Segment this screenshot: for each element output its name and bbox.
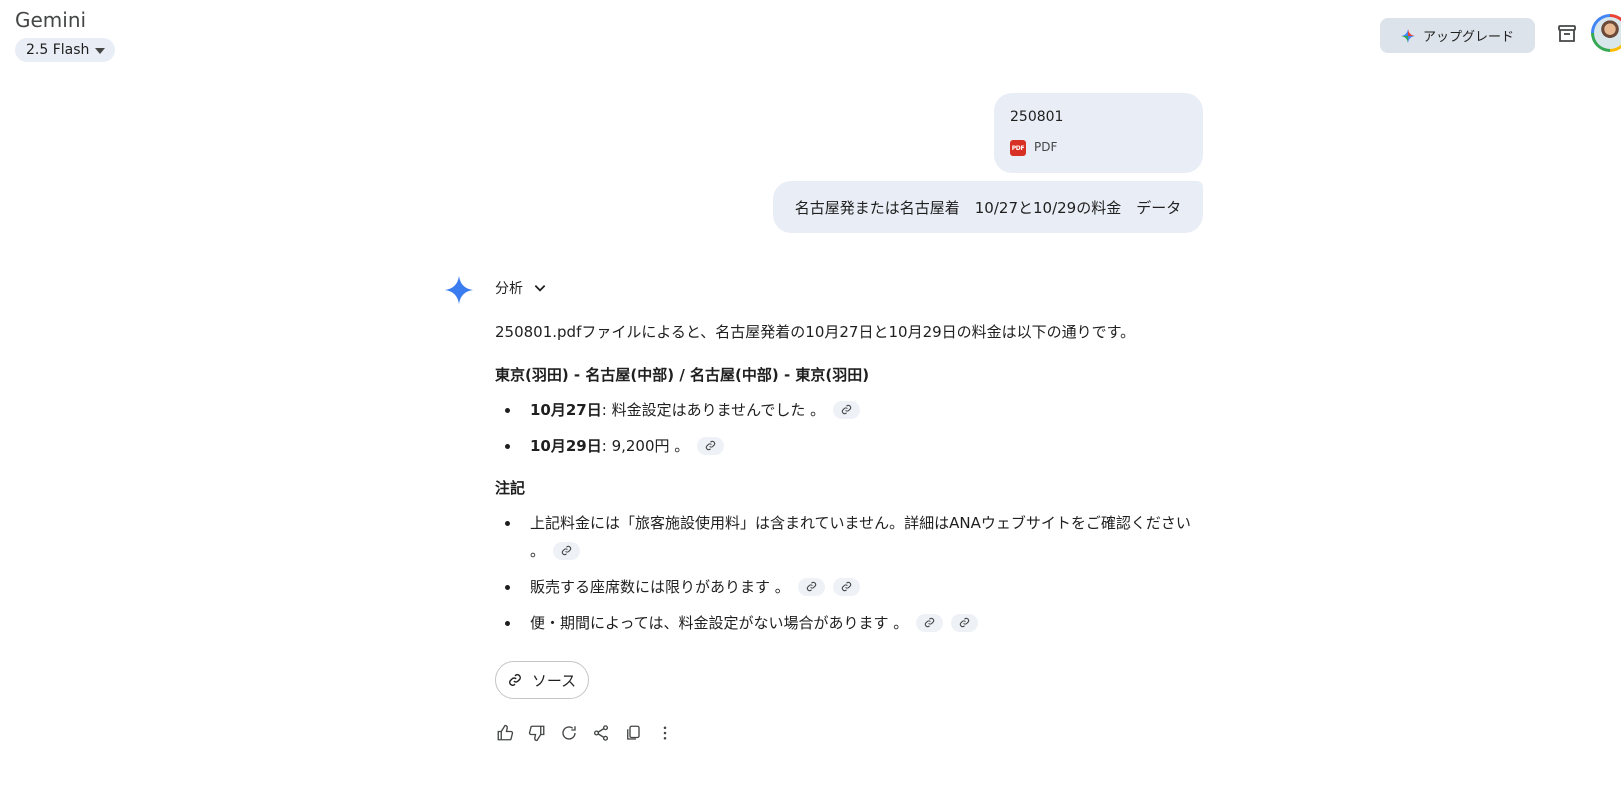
citation-chip[interactable] bbox=[553, 541, 581, 560]
sources-button[interactable]: ソース bbox=[495, 661, 589, 699]
thumbs-up-icon bbox=[497, 724, 514, 741]
chevron-down-icon bbox=[534, 285, 546, 292]
regenerate-button[interactable] bbox=[559, 723, 579, 743]
avatar[interactable] bbox=[1591, 14, 1621, 52]
share-button[interactable] bbox=[591, 723, 611, 743]
upgrade-label: アップグレード bbox=[1422, 30, 1514, 45]
fare-date: 10月29日 bbox=[530, 437, 602, 455]
link-icon bbox=[925, 617, 935, 628]
thumbs-down-icon bbox=[528, 725, 545, 742]
note-item: 便・期間によっては、料金設定がない場合があります 。 bbox=[495, 609, 1210, 637]
avatar-photo bbox=[1594, 17, 1621, 49]
fare-item: 10月29日: 9,200円 。 bbox=[495, 432, 1210, 460]
response-body: 250801.pdfファイルによると、名古屋発着の10月27日と10月29日の料… bbox=[495, 318, 1210, 645]
more-vertical-icon bbox=[663, 726, 667, 740]
sources-label: ソース bbox=[531, 671, 577, 690]
citation-chip[interactable] bbox=[797, 577, 825, 596]
link-icon bbox=[508, 674, 521, 686]
note-item: 上記料金には「旅客施設使用料」は含まれていません。詳細はANAウェブサイトをご確… bbox=[495, 509, 1210, 565]
citation-chip[interactable] bbox=[951, 613, 979, 632]
response-actions bbox=[495, 723, 675, 743]
note-text: 便・期間によっては、料金設定がない場合があります 。 bbox=[530, 614, 909, 632]
share-icon bbox=[593, 725, 609, 741]
link-icon bbox=[561, 545, 572, 556]
link-icon bbox=[842, 404, 852, 415]
note-text: 販売する座席数には限りがあります 。 bbox=[530, 578, 790, 596]
refresh-icon bbox=[562, 726, 576, 740]
link-icon bbox=[806, 581, 816, 592]
response-intro: 250801.pdfファイルによると、名古屋発着の10月27日と10月29日の料… bbox=[495, 323, 1136, 341]
fare-item: 10月27日: 料金設定はありませんでした 。 bbox=[495, 396, 1210, 424]
app-title: Gemini bbox=[15, 8, 87, 32]
thumbs-down-button[interactable] bbox=[527, 723, 547, 743]
gemini-logo-icon bbox=[445, 276, 473, 304]
more-options-button[interactable] bbox=[655, 723, 675, 743]
fare-text: : 料金設定はありませんでした 。 bbox=[601, 401, 826, 419]
upgrade-button[interactable]: アップグレード bbox=[1380, 18, 1535, 53]
link-icon bbox=[841, 581, 851, 592]
note-text: 上記料金には「旅客施設使用料」は含まれていません。詳細はANAウェブサイトをご確… bbox=[530, 514, 1191, 560]
analysis-label: 分析 bbox=[495, 281, 523, 297]
citation-chip[interactable] bbox=[833, 400, 861, 419]
user-query-bubble: 名古屋発または名古屋着 10/27と10/29の料金 データ bbox=[773, 181, 1203, 233]
gemini-sparkle-icon bbox=[1400, 28, 1415, 43]
fare-list: 10月27日: 料金設定はありませんでした 。 10月29日: 9,200円 。 bbox=[495, 396, 1210, 460]
caret-down-icon bbox=[95, 48, 106, 54]
attachment-name: 250801 bbox=[1010, 109, 1064, 125]
citation-chip[interactable] bbox=[916, 613, 944, 632]
analysis-toggle[interactable]: 分析 bbox=[495, 278, 547, 298]
note-item: 販売する座席数には限りがあります 。 bbox=[495, 573, 1210, 601]
copy-icon bbox=[627, 725, 640, 740]
citation-chip[interactable] bbox=[832, 577, 860, 596]
attachment-type: PDF bbox=[1034, 140, 1058, 154]
fare-text: : 9,200円 。 bbox=[601, 437, 690, 455]
user-query-text: 名古屋発または名古屋着 10/27と10/29の料金 データ bbox=[794, 198, 1182, 217]
fare-date: 10月27日 bbox=[530, 401, 602, 419]
copy-button[interactable] bbox=[623, 723, 643, 743]
citation-chip[interactable] bbox=[697, 436, 725, 455]
attachment-bubble[interactable]: 250801 PDF PDF bbox=[994, 93, 1203, 173]
notes-heading: 注記 bbox=[495, 479, 526, 497]
notes-list: 上記料金には「旅客施設使用料」は含まれていません。詳細はANAウェブサイトをご確… bbox=[495, 509, 1210, 637]
pdf-icon: PDF bbox=[1010, 140, 1026, 156]
link-icon bbox=[960, 617, 970, 628]
link-icon bbox=[706, 440, 716, 451]
route-heading: 東京(羽田) - 名古屋(中部) / 名古屋(中部) - 東京(羽田) bbox=[495, 366, 870, 384]
archive-icon[interactable] bbox=[1555, 22, 1579, 46]
model-label: 2.5 Flash bbox=[26, 42, 90, 58]
model-selector[interactable]: 2.5 Flash bbox=[15, 38, 116, 62]
thumbs-up-button[interactable] bbox=[495, 723, 515, 743]
